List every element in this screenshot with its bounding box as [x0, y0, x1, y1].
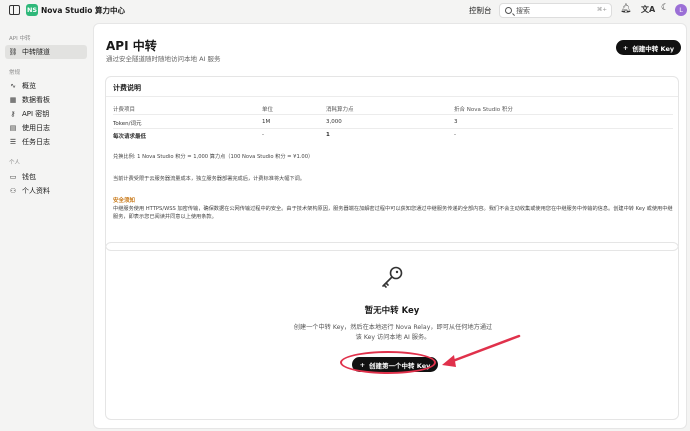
- sidebar-item-task-logs[interactable]: ☰ 任务日志: [5, 135, 87, 149]
- sidebar-item-label: 个人资料: [22, 187, 50, 195]
- ratio-note: 兑换比例: 1 Nova Studio 积分 = 1,000 算力点（100 N…: [113, 154, 314, 160]
- sidebar: API 中转 ⛓ 中转隧道 常规 ∿ 概览 ▦ 数据看板 ⚷ API 密钥 ▤ …: [0, 22, 90, 431]
- search-icon: [505, 7, 512, 14]
- sidebar-section-api: API 中转: [9, 36, 31, 42]
- billing-card: 计费说明 计费项目 单位 消耗算力点 折合 Nova Studio 积分 Tok…: [105, 76, 679, 251]
- table-cell: 每次请求最低: [113, 134, 147, 140]
- table-header: 计费项目: [113, 107, 136, 113]
- sidebar-item-overview[interactable]: ∿ 概览: [5, 79, 87, 93]
- empty-title: 暂无中转 Key: [364, 306, 420, 316]
- empty-state-card: 暂无中转 Key 创建一个中转 Key，然后在本地运行 Nova Relay，即…: [105, 242, 679, 420]
- link-icon: ⛓: [8, 48, 18, 56]
- plus-icon: +: [622, 43, 629, 52]
- brand-logo: NS: [26, 4, 38, 16]
- sidebar-section-personal: 个人: [9, 160, 21, 166]
- divider: [106, 96, 678, 97]
- annotation-highlight-ellipse: [340, 351, 436, 374]
- sidebar-item-label: API 密钥: [22, 110, 50, 118]
- sidebar-item-dashboard[interactable]: ▦ 数据看板: [5, 93, 87, 107]
- annotation-arrow: [442, 334, 521, 367]
- brand-name: Nova Studio 算力中心: [41, 6, 126, 15]
- key-icon: [382, 266, 403, 288]
- task-icon: ☰: [9, 138, 17, 146]
- search-shortcut: ⌘+: [596, 7, 607, 13]
- sidebar-item-profile[interactable]: ⚇ 个人资料: [5, 184, 87, 198]
- sidebar-item-label: 任务日志: [22, 138, 50, 146]
- sidebar-item-relay[interactable]: ⛓ 中转隧道: [5, 45, 87, 59]
- wallet-icon: ▭: [9, 173, 17, 181]
- empty-description-line: 创建一个中转 Key，然后在本地运行 Nova Relay，即可从任何地方通过: [293, 324, 493, 331]
- sidebar-item-label: 概览: [22, 82, 36, 90]
- bell-icon[interactable]: 🔔︎: [620, 4, 631, 14]
- create-relay-key-button[interactable]: + 创建中转 Key: [616, 40, 681, 55]
- billing-title: 计费说明: [113, 84, 141, 92]
- security-text: 中继服务使用 HTTPS/WSS 加密传输，确保数据在公网传输过程中的安全。由于…: [113, 206, 673, 220]
- top-bar: NS Nova Studio 算力中心 控制台 搜索 ⌘+ 🔔︎ 文A ☾ L: [0, 0, 690, 22]
- page-subtitle: 通过安全隧道随时随地访问本地 AI 服务: [106, 55, 221, 63]
- table-cell: 3,000: [326, 119, 342, 125]
- avatar[interactable]: L: [675, 4, 687, 16]
- console-link[interactable]: 控制台: [469, 5, 492, 16]
- table-cell: Token/词元: [113, 121, 142, 127]
- sidebar-item-wallet[interactable]: ▭ 钱包: [5, 170, 87, 184]
- sidebar-item-label: 钱包: [22, 173, 36, 181]
- table-cell: 1M: [262, 119, 271, 125]
- log-icon: ▤: [9, 124, 17, 132]
- sidebar-toggle-icon[interactable]: [9, 5, 20, 15]
- table-cell: -: [262, 132, 264, 138]
- table-cell: 1: [326, 132, 330, 138]
- price-note: 当前计费受限于云服务器流量成本，独立服务器部署完成后，计费标准将大幅下调。: [113, 176, 305, 182]
- sidebar-item-label: 中转隧道: [22, 48, 50, 56]
- sidebar-item-label: 数据看板: [22, 96, 50, 104]
- table-header: 单位: [262, 107, 274, 113]
- translate-icon[interactable]: 文A: [641, 4, 655, 15]
- table-cell: -: [454, 132, 456, 138]
- security-title: 安全须知: [113, 198, 136, 204]
- moon-icon[interactable]: ☾: [661, 3, 669, 13]
- user-icon: ⚇: [9, 187, 17, 195]
- search-input[interactable]: 搜索 ⌘+: [499, 3, 612, 18]
- create-relay-key-label: 创建中转 Key: [632, 44, 675, 53]
- dashboard-icon: ▦: [9, 96, 17, 104]
- page-title: API 中转: [106, 39, 157, 53]
- sidebar-section-general: 常规: [9, 70, 21, 76]
- search-placeholder: 搜索: [516, 7, 530, 15]
- activity-icon: ∿: [10, 82, 16, 90]
- sidebar-item-label: 使用日志: [22, 124, 50, 132]
- sidebar-item-api-keys[interactable]: ⚷ API 密钥: [5, 107, 87, 121]
- table-header: 折合 Nova Studio 积分: [454, 107, 513, 113]
- security-notice: 安全须知 中继服务使用 HTTPS/WSS 加密传输，确保数据在公网传输过程中的…: [111, 195, 675, 229]
- table-cell: 3: [454, 119, 458, 125]
- divider: [113, 114, 673, 115]
- table-header: 消耗算力点: [326, 107, 354, 113]
- divider: [113, 128, 673, 129]
- sidebar-item-usage-logs[interactable]: ▤ 使用日志: [5, 121, 87, 135]
- key-icon: ⚷: [10, 110, 16, 118]
